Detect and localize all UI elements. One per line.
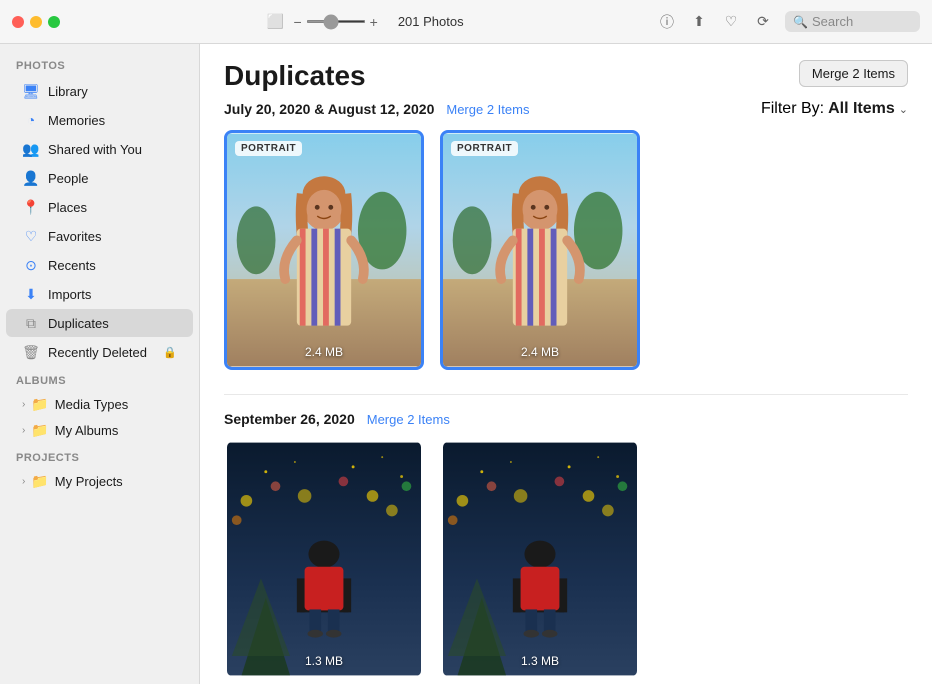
heart-icon[interactable]: ♡ <box>721 12 741 32</box>
sidebar-item-duplicates[interactable]: ⧉ Duplicates <box>6 309 193 337</box>
photos-section-label: Photos <box>0 52 199 76</box>
sidebar-label-media-types: Media Types <box>55 397 128 412</box>
photo-row-1: PORTRAIT 2.4 MB <box>224 130 908 370</box>
sidebar-item-shared-with-you[interactable]: 👥 Shared with You <box>6 135 193 163</box>
filter-chevron-icon[interactable]: ⌄ <box>899 103 908 116</box>
photo-size-2-1: 1.3 MB <box>227 654 421 668</box>
group-header-right-1: July 20, 2020 & August 12, 2020 Merge 2 … <box>224 100 908 118</box>
photo-card-1-2[interactable]: PORTRAIT 2.4 MB <box>440 130 640 370</box>
group-date-1: July 20, 2020 & August 12, 2020 <box>224 101 434 117</box>
memories-icon: ◔ <box>22 111 40 129</box>
media-types-folder-icon: 📁 <box>31 396 48 413</box>
window-controls <box>12 16 60 28</box>
sidebar-item-favorites[interactable]: ♡ Favorites <box>6 222 193 250</box>
sidebar-item-media-types[interactable]: › 📁 Media Types <box>6 392 193 417</box>
photo-card-2-2[interactable]: 1.3 MB <box>440 439 640 679</box>
my-albums-chevron-icon: › <box>22 425 25 436</box>
photo-group-1: July 20, 2020 & August 12, 2020 Merge 2 … <box>224 100 908 370</box>
sidebar-label-recently-deleted: Recently Deleted <box>48 345 147 360</box>
rotate-icon[interactable]: ⟳ <box>753 12 773 32</box>
places-icon: 📍 <box>22 198 40 216</box>
photo-size-2-2: 1.3 MB <box>443 654 637 668</box>
titlebar-actions: ⓘ ⬆ ♡ ⟳ 🔍 <box>657 11 920 32</box>
sidebar-label-imports: Imports <box>48 287 91 302</box>
media-types-chevron-icon: › <box>22 399 25 410</box>
recently-deleted-icon: 🗑 <box>22 343 40 361</box>
sidebar-label-people: People <box>48 171 88 186</box>
my-albums-folder-icon: 📁 <box>31 422 48 439</box>
merge-link-2[interactable]: Merge 2 Items <box>367 412 450 427</box>
imports-icon: ⬇ <box>22 285 40 303</box>
search-box[interactable]: 🔍 <box>785 11 920 32</box>
group-date-2: September 26, 2020 <box>224 411 355 427</box>
people-icon: 👤 <box>22 169 40 187</box>
zoom-slider-container: − + <box>293 14 377 30</box>
sidebar-label-favorites: Favorites <box>48 229 101 244</box>
projects-section-label: Projects <box>0 444 199 468</box>
sidebar-item-people[interactable]: 👤 People <box>6 164 193 192</box>
view-toggle-icon[interactable]: ⬜ <box>265 12 285 32</box>
sidebar-item-places[interactable]: 📍 Places <box>6 193 193 221</box>
sidebar-item-memories[interactable]: ◔ Memories <box>6 106 193 134</box>
minimize-button[interactable] <box>30 16 42 28</box>
duplicates-icon: ⧉ <box>22 314 40 332</box>
search-input[interactable] <box>812 14 912 29</box>
sidebar-label-duplicates: Duplicates <box>48 316 109 331</box>
sidebar-label-recents: Recents <box>48 258 96 273</box>
group-header-2: September 26, 2020 Merge 2 Items <box>224 411 908 427</box>
sidebar-label-my-albums: My Albums <box>55 423 119 438</box>
sidebar-label-shared: Shared with You <box>48 142 142 157</box>
close-button[interactable] <box>12 16 24 28</box>
lock-icon: 🔒 <box>163 346 177 359</box>
photo-card-1-1[interactable]: PORTRAIT 2.4 MB <box>224 130 424 370</box>
photo-badge-1-2: PORTRAIT <box>451 141 518 156</box>
main-layout: Photos 🖥 Library ◔ Memories 👥 Shared wit… <box>0 44 932 684</box>
zoom-slider[interactable] <box>306 20 366 23</box>
sidebar-item-recently-deleted[interactable]: 🗑 Recently Deleted 🔒 <box>6 338 193 366</box>
group-header-1: July 20, 2020 & August 12, 2020 Merge 2 … <box>224 100 908 118</box>
shared-with-you-icon: 👥 <box>22 140 40 158</box>
sidebar-label-my-projects: My Projects <box>55 474 123 489</box>
content-area: Duplicates Merge 2 Items July 20, 2020 &… <box>200 44 932 684</box>
sidebar-item-imports[interactable]: ⬇ Imports <box>6 280 193 308</box>
photo-count: 201 Photos <box>398 14 464 29</box>
photo-size-1-2: 2.4 MB <box>443 345 637 359</box>
albums-section-label: Albums <box>0 367 199 391</box>
sidebar-item-my-albums[interactable]: › 📁 My Albums <box>6 418 193 443</box>
recents-icon: ⊙ <box>22 256 40 274</box>
zoom-in-icon[interactable]: + <box>370 14 378 30</box>
share-icon[interactable]: ⬆ <box>689 12 709 32</box>
divider-1 <box>224 394 908 395</box>
content-header: Duplicates Merge 2 Items <box>224 60 908 92</box>
sidebar-label-library: Library <box>48 84 88 99</box>
photo-badge-1-1: PORTRAIT <box>235 141 302 156</box>
filter-value[interactable]: All Items <box>828 100 895 118</box>
search-icon: 🔍 <box>793 15 808 29</box>
filter-by-label: Filter By: <box>761 100 824 118</box>
my-projects-chevron-icon: › <box>22 476 25 487</box>
sidebar-item-my-projects[interactable]: › 📁 My Projects <box>6 469 193 494</box>
sidebar-label-places: Places <box>48 200 87 215</box>
merge-all-button[interactable]: Merge 2 Items <box>799 60 908 87</box>
titlebar: ⬜ − + 201 Photos ⓘ ⬆ ♡ ⟳ 🔍 <box>0 0 932 44</box>
library-icon: 🖥 <box>22 82 40 100</box>
photo-size-1-1: 2.4 MB <box>227 345 421 359</box>
photo-row-2: 1.3 MB <box>224 439 908 679</box>
page-title: Duplicates <box>224 60 366 92</box>
sidebar-label-memories: Memories <box>48 113 105 128</box>
sidebar-item-recents[interactable]: ⊙ Recents <box>6 251 193 279</box>
maximize-button[interactable] <box>48 16 60 28</box>
info-icon[interactable]: ⓘ <box>657 12 677 32</box>
merge-link-1[interactable]: Merge 2 Items <box>446 102 529 117</box>
photo-group-2: September 26, 2020 Merge 2 Items <box>224 411 908 679</box>
sidebar-item-library[interactable]: 🖥 Library <box>6 77 193 105</box>
favorites-icon: ♡ <box>22 227 40 245</box>
photo-card-2-1[interactable]: 1.3 MB <box>224 439 424 679</box>
my-projects-folder-icon: 📁 <box>31 473 48 490</box>
sidebar: Photos 🖥 Library ◔ Memories 👥 Shared wit… <box>0 44 200 684</box>
titlebar-center: ⬜ − + 201 Photos <box>72 12 657 32</box>
zoom-out-icon[interactable]: − <box>293 14 301 30</box>
